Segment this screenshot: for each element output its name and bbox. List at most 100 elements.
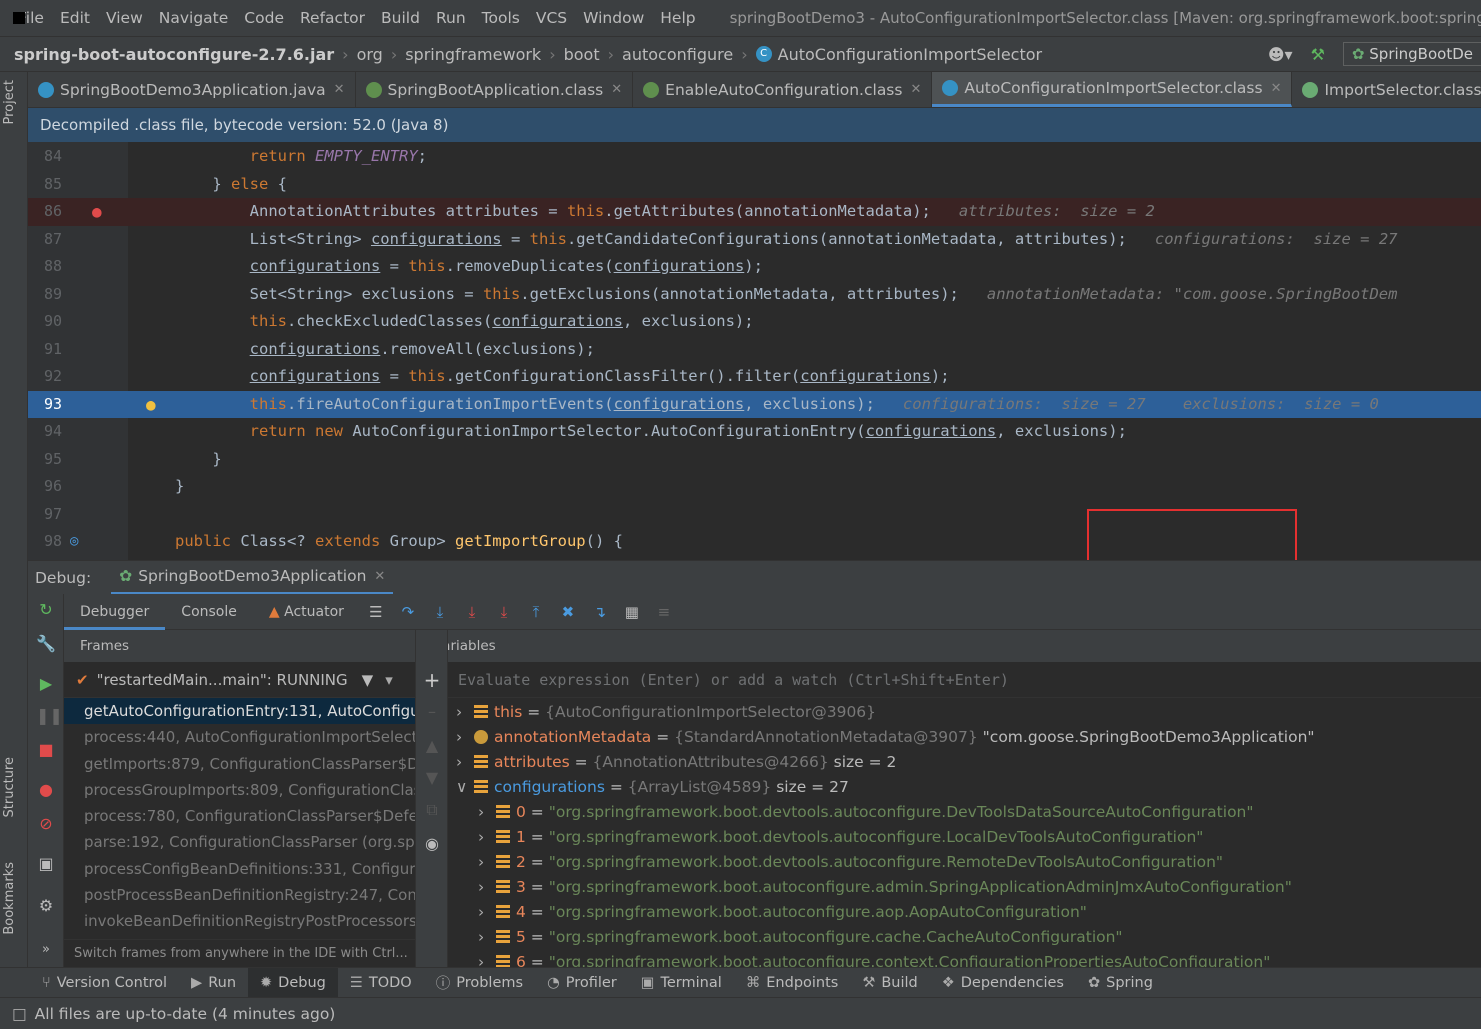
chevron-right-icon[interactable]: › [478, 875, 496, 900]
menu-item-refactor[interactable]: Refactor [300, 9, 365, 27]
variable-row[interactable]: › this = {AutoConfigurationImportSelector… [456, 700, 876, 725]
chevron-right-icon[interactable]: › [478, 800, 496, 825]
trace-icon[interactable]: ≡ [655, 603, 673, 621]
debug-session-tab[interactable]: ✿ SpringBootDemo3Application ✕ [111, 561, 394, 595]
status-square-icon[interactable]: □ [12, 1005, 27, 1023]
chevron-down-icon[interactable]: ▾ [385, 671, 393, 689]
close-icon[interactable]: ✕ [374, 569, 385, 584]
tab-console[interactable]: Console [165, 594, 253, 630]
tool-endpoints[interactable]: ⌘ Endpoints [734, 968, 851, 997]
menu-icon[interactable]: ☰ [367, 603, 385, 621]
gear-icon[interactable]: ⚙ [36, 896, 56, 916]
menu-item-tools[interactable]: Tools [482, 9, 520, 27]
breadcrumb-item[interactable]: org [357, 45, 383, 64]
stack-frame[interactable]: processGroupImports:809, ConfigurationCl… [64, 777, 415, 803]
override-icon[interactable]: ◎ [70, 528, 78, 556]
step-into-icon[interactable]: ⤓ [463, 603, 481, 621]
remove-watch-icon[interactable]: – [422, 702, 442, 722]
stack-frame[interactable]: processConfigBeanDefinitions:331, Config… [64, 856, 415, 882]
variable-row[interactable]: ∨ configurations = {ArrayList@4589} size … [456, 775, 849, 800]
run-to-cursor-icon[interactable]: ↴ [591, 603, 609, 621]
lightbulb-icon[interactable]: ● [146, 391, 156, 419]
stack-frame[interactable]: getImports:879, ConfigurationClassParser… [64, 751, 415, 777]
breadcrumb-item[interactable]: autoconfigure [622, 45, 733, 64]
chevron-down-icon[interactable]: ∨ [456, 775, 474, 800]
breadcrumb-item[interactable]: AutoConfigurationImportSelector [778, 45, 1042, 64]
stack-frame[interactable]: postProcessBeanDefinitionRegistry:247, C… [64, 882, 415, 908]
add-watch-icon[interactable]: + [422, 670, 442, 690]
breadcrumb-item[interactable]: spring-boot-autoconfigure-2.7.6.jar [14, 45, 334, 64]
tab-editor-file[interactable]: ImportSelector.class✕ [1292, 72, 1481, 107]
move-down-icon[interactable]: ▼ [422, 768, 442, 788]
show-execution-point-icon[interactable]: ↷ [399, 603, 417, 621]
menu-item-build[interactable]: Build [381, 9, 420, 27]
project-tool-button[interactable]: Project [2, 80, 17, 124]
tool-spring[interactable]: ✿ Spring [1076, 968, 1165, 997]
stack-frame[interactable]: process:440, AutoConfigurationImportSele… [64, 724, 415, 750]
tab-editor-file[interactable]: EnableAutoConfiguration.class ✕ [633, 72, 933, 107]
chevron-right-icon[interactable]: › [456, 700, 474, 725]
build-hammer-icon[interactable]: ⚒ [1311, 45, 1325, 64]
step-out-icon[interactable]: ⤒ [527, 603, 545, 621]
tool-debug[interactable]: ✹ Debug [248, 968, 338, 997]
menu-item-window[interactable]: Window [583, 9, 644, 27]
chevron-right-icon[interactable]: › [478, 950, 496, 967]
move-up-icon[interactable]: ▲ [422, 736, 442, 756]
tab-editor-file[interactable]: SpringBootDemo3Application.java ✕ [28, 72, 356, 107]
tool-profiler[interactable]: ◔ Profiler [535, 968, 629, 997]
run-config-selector[interactable]: ✿ SpringBootDe [1342, 42, 1481, 66]
tab-actuator[interactable]: ▲ Actuator [253, 594, 360, 630]
close-icon[interactable]: ✕ [1271, 81, 1282, 96]
menu-item-edit[interactable]: Edit [60, 9, 90, 27]
breakpoint-icon[interactable]: ● [92, 198, 102, 226]
tool-build[interactable]: ⚒ Build [850, 968, 929, 997]
variable-row[interactable]: › 4 = "org.springframework.boot.autoconfi… [478, 900, 1087, 925]
variable-row[interactable]: › 3 = "org.springframework.boot.autoconfi… [478, 875, 1292, 900]
close-icon[interactable]: ✕ [910, 82, 921, 97]
duplicate-icon[interactable]: ⧉ [422, 800, 442, 820]
variable-row[interactable]: › 2 = "org.springframework.boot.devtools.… [478, 850, 1223, 875]
variable-row[interactable]: › 0 = "org.springframework.boot.devtools.… [478, 800, 1254, 825]
filter-icon[interactable]: ▼ [362, 671, 374, 689]
tab-debugger[interactable]: Debugger [64, 594, 166, 630]
close-icon[interactable]: ✕ [334, 82, 345, 97]
breadcrumb-item[interactable]: springframework [405, 45, 541, 64]
camera-icon[interactable]: ▣ [36, 854, 56, 874]
stack-frame[interactable]: parse:192, ConfigurationClassParser (org… [64, 829, 415, 855]
stack-frame[interactable]: invokeBeanDefinitionRegistryPostProcesso… [64, 908, 415, 934]
more-icon[interactable]: » [36, 940, 56, 960]
menu-item-navigate[interactable]: Navigate [159, 9, 229, 27]
menu-item-help[interactable]: Help [660, 9, 695, 27]
menu-item-view[interactable]: View [106, 9, 143, 27]
close-icon[interactable]: ✕ [611, 82, 622, 97]
tool-terminal[interactable]: ▣ Terminal [629, 968, 734, 997]
structure-tool-button[interactable]: Structure [2, 757, 17, 817]
tool-version-control[interactable]: ⑂ Version Control [30, 968, 179, 997]
variable-row[interactable]: › 6 = "org.springframework.boot.autoconfi… [478, 950, 1270, 967]
tool-todo[interactable]: ☰ TODO [338, 968, 424, 997]
drop-frame-icon[interactable]: ✖ [559, 603, 577, 621]
variable-row[interactable]: › annotationMetadata = {StandardAnnotatio… [456, 725, 1315, 750]
chevron-right-icon[interactable]: › [456, 750, 474, 775]
tool-problems[interactable]: ⓘ Problems [424, 968, 535, 997]
chevron-right-icon[interactable]: › [478, 850, 496, 875]
evaluate-expression-input[interactable]: Evaluate expression (Enter) or add a wat… [448, 662, 1481, 698]
chevron-right-icon[interactable]: › [456, 725, 474, 750]
user-icon[interactable]: ☻▾ [1268, 45, 1293, 64]
view-breakpoints-icon[interactable]: ● [36, 780, 56, 800]
force-step-into-icon[interactable]: ⤓ [495, 603, 513, 621]
menu-item-code[interactable]: Code [244, 9, 284, 27]
stack-frame[interactable]: getAutoConfigurationEntry:131, AutoConfi… [64, 698, 415, 725]
pause-icon[interactable]: ❚❚ [36, 706, 63, 726]
bookmarks-tool-button[interactable]: Bookmarks [2, 862, 17, 935]
rerun-icon[interactable]: ↻ [36, 600, 56, 620]
chevron-right-icon[interactable]: › [478, 900, 496, 925]
breadcrumb-item[interactable]: boot [564, 45, 600, 64]
tab-editor-file[interactable]: SpringBootApplication.class ✕ [356, 72, 634, 107]
stack-frame[interactable]: process:780, ConfigurationClassParser$De… [64, 803, 415, 829]
mute-breakpoints-icon[interactable]: ⊘ [36, 814, 56, 834]
step-over-icon[interactable]: ⤓ [431, 603, 449, 621]
tab-editor-file[interactable]: AutoConfigurationImportSelector.class ✕ [932, 72, 1293, 107]
menu-item-vcs[interactable]: VCS [536, 9, 567, 27]
tool-dependencies[interactable]: ❖ Dependencies [930, 968, 1076, 997]
